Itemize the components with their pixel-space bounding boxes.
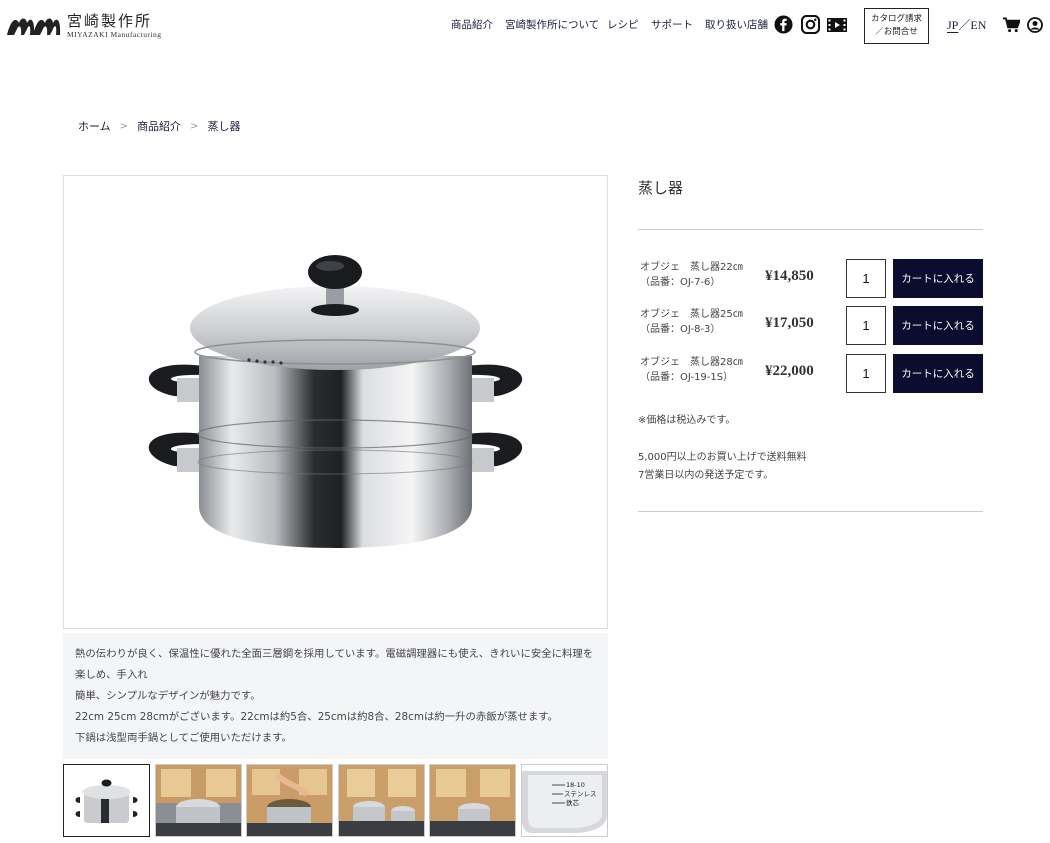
nav-item-recipes[interactable]: レシピ xyxy=(607,17,639,32)
thumbnail-4[interactable] xyxy=(337,764,425,837)
breadcrumb-home[interactable]: ホーム xyxy=(78,118,111,134)
shipping-note: 5,000円以上のお買い上げで送料無料 7営業日以内の発送予定です。 xyxy=(638,449,807,485)
variant-row: オブジェ 蒸し器22㎝ （品番：OJ-7-6） ¥14,850 カートに入れる xyxy=(638,259,983,299)
description-line: 22cm 25cm 28cmがございます。22cmは約5合、25cmは約8合、2… xyxy=(75,711,559,723)
description-line: 熱の伝わりが良く、保温性に優れた全面三層鋼を採用しています。電磁調理器にも使え、… xyxy=(75,648,594,681)
variant-code: （品番：OJ-19-1S） xyxy=(640,372,734,383)
product-main-image[interactable] xyxy=(63,175,608,629)
breadcrumb-current: 蒸し器 xyxy=(207,120,241,133)
brand-logo[interactable]: 宮崎製作所 MIYAZAKI Manufacturing xyxy=(5,12,162,40)
instagram-icon[interactable] xyxy=(801,15,820,34)
lang-separator: ／ xyxy=(958,18,971,32)
variant-price: ¥14,850 xyxy=(765,268,814,284)
ship-time-text: 7営業日以内の発送予定です。 xyxy=(638,470,774,481)
variant-row: オブジェ 蒸し器25㎝ （品番：OJ-8-3） ¥17,050 カートに入れる xyxy=(638,306,983,346)
thumb-label-line3: 鉄芯 xyxy=(566,798,580,807)
thumbnail-3[interactable] xyxy=(246,764,333,837)
add-to-cart-button[interactable]: カートに入れる xyxy=(893,354,983,393)
quantity-input[interactable] xyxy=(846,259,886,298)
quantity-input[interactable] xyxy=(846,306,886,345)
add-to-cart-button[interactable]: カートに入れる xyxy=(893,306,983,345)
catalog-request-button[interactable]: カタログ請求 ／お問合せ xyxy=(864,8,929,44)
variant-name: オブジェ 蒸し器25㎝ （品番：OJ-8-3） xyxy=(640,307,743,337)
quantity-input[interactable] xyxy=(846,354,886,393)
nav-item-about[interactable]: 宮崎製作所について xyxy=(505,17,599,32)
variant-code: （品番：OJ-7-6） xyxy=(640,277,721,288)
thumbnail-strip: 18-10 ステンレス 鉄芯 xyxy=(63,764,612,837)
nav-item-products[interactable]: 商品紹介 xyxy=(451,17,493,32)
brand-name-en: MIYAZAKI Manufacturing xyxy=(67,30,162,39)
cart-icon[interactable] xyxy=(1003,17,1020,33)
variant-row: オブジェ 蒸し器28㎝ （品番：OJ-19-1S） ¥22,000 カートに入れ… xyxy=(638,354,983,394)
variant-name-text: オブジェ 蒸し器22㎝ xyxy=(640,262,743,273)
description-line: 簡単、シンプルなデザインが魅力です。 xyxy=(75,690,261,702)
thumbnail-stove-image xyxy=(338,765,424,836)
variant-name-text: オブジェ 蒸し器28㎝ xyxy=(640,357,743,368)
video-icon[interactable] xyxy=(827,18,847,32)
lang-jp-link[interactable]: JP xyxy=(947,18,958,32)
logo-mark-icon xyxy=(7,18,61,35)
thumb-label-line1: 18-10 xyxy=(566,781,585,789)
variant-code: （品番：OJ-8-3） xyxy=(640,324,721,335)
thumbnail-6[interactable]: 18-10 ステンレス 鉄芯 xyxy=(520,764,608,837)
thumbnail-kitchen-image xyxy=(155,765,241,836)
facebook-icon[interactable] xyxy=(774,15,793,34)
breadcrumb-category[interactable]: 商品紹介 xyxy=(137,118,181,134)
catalog-label-line2: ／お問合せ xyxy=(875,27,918,37)
variant-price: ¥17,050 xyxy=(765,315,814,331)
breadcrumb: ホーム > 商品紹介 > 蒸し器 xyxy=(78,118,240,134)
product-description: 熱の伝わりが良く、保温性に優れた全面三層鋼を採用しています。電磁調理器にも使え、… xyxy=(63,633,608,759)
add-to-cart-button[interactable]: カートに入れる xyxy=(893,259,983,298)
nav-item-stores[interactable]: 取り扱い店舗 xyxy=(705,17,768,32)
thumb-label-line2: ステンレス xyxy=(564,790,597,798)
steamer-pot-image xyxy=(148,255,523,548)
thumbnail-1[interactable] xyxy=(63,764,150,837)
brand-name-jp: 宮崎製作所 xyxy=(67,12,153,30)
lang-en-link[interactable]: EN xyxy=(970,18,986,32)
divider xyxy=(638,229,983,230)
account-icon[interactable] xyxy=(1027,17,1043,33)
product-title: 蒸し器 xyxy=(638,179,684,197)
thumbnail-material-image: 18-10 ステンレス 鉄芯 xyxy=(521,765,607,836)
variant-name-text: オブジェ 蒸し器25㎝ xyxy=(640,309,743,320)
variant-name: オブジェ 蒸し器22㎝ （品番：OJ-7-6） xyxy=(640,260,743,290)
thumbnail-2[interactable] xyxy=(154,764,242,837)
tax-note: ※価格は税込みです。 xyxy=(638,415,736,426)
thumbnail-5[interactable] xyxy=(429,764,516,837)
variant-name: オブジェ 蒸し器28㎝ （品番：OJ-19-1S） xyxy=(640,355,743,385)
nav-item-support[interactable]: サポート xyxy=(651,17,693,32)
thumbnail-steamer-image xyxy=(64,765,149,836)
site-header: 宮崎製作所 MIYAZAKI Manufacturing 商品紹介 宮崎製作所に… xyxy=(0,0,1050,52)
thumbnail-cooking-image xyxy=(247,765,332,836)
breadcrumb-separator: > xyxy=(190,120,199,132)
variant-price: ¥22,000 xyxy=(765,363,814,379)
thumbnail-stove-image xyxy=(430,765,515,836)
catalog-label-line1: カタログ請求 xyxy=(870,14,922,24)
divider xyxy=(638,511,983,512)
breadcrumb-separator: > xyxy=(119,120,129,132)
free-shipping-text: 5,000円以上のお買い上げで送料無料 xyxy=(638,452,807,463)
language-switch: JP／EN xyxy=(947,16,986,33)
description-line: 下鍋は浅型両手鍋としてご使用いただけます。 xyxy=(75,732,292,744)
